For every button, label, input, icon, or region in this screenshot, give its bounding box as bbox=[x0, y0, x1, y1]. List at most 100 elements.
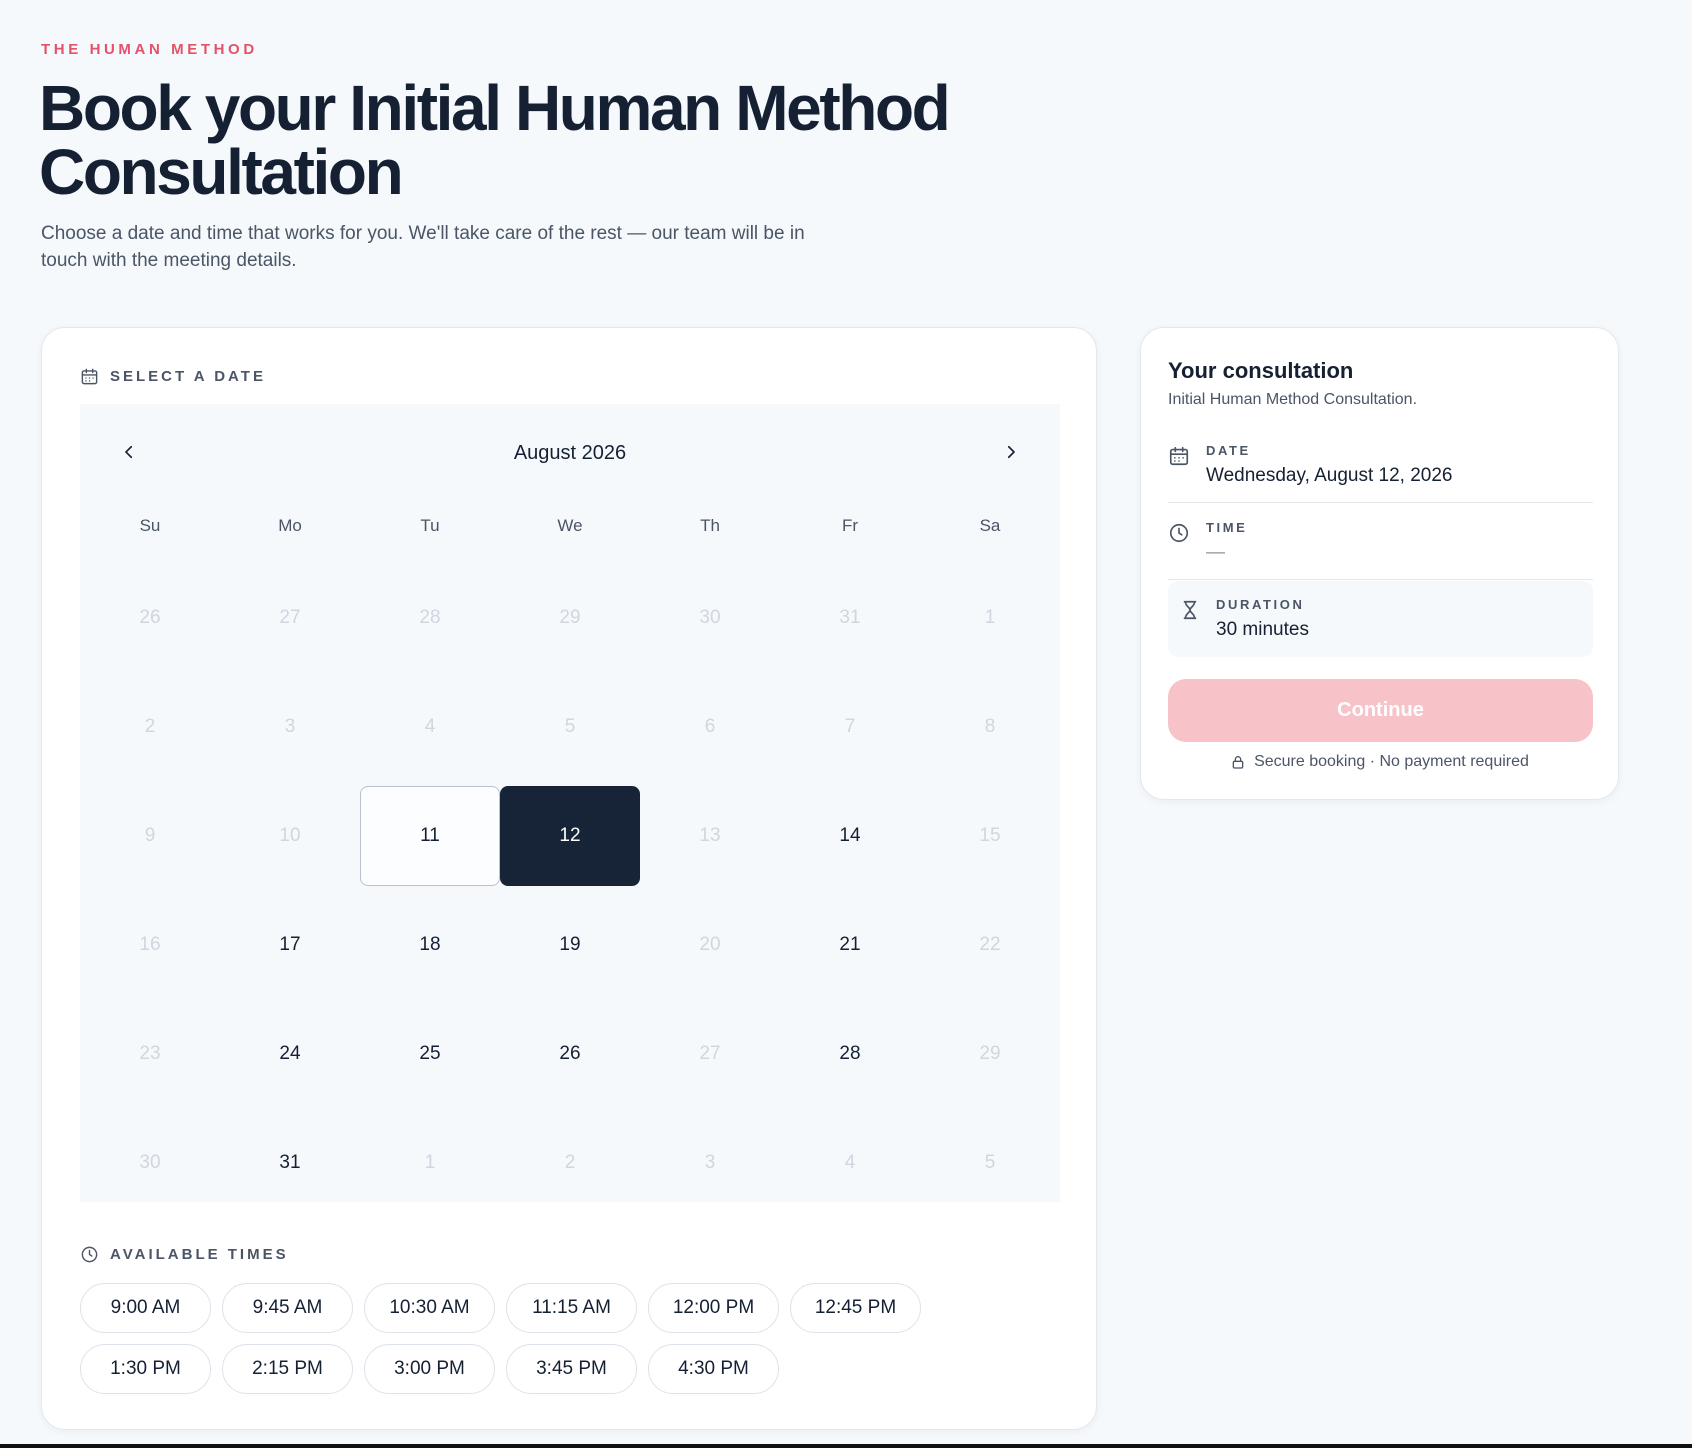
weekday-label: Th bbox=[700, 516, 720, 535]
next-month-button[interactable] bbox=[993, 434, 1029, 470]
time-slot-button[interactable]: 2:15 PM bbox=[222, 1344, 353, 1394]
available-times-heading: AVAILABLE TIMES bbox=[80, 1245, 289, 1264]
duration-label: DURATION bbox=[1216, 597, 1305, 612]
booking-card: SELECT A DATE August 2026 Su Mo Tu We Th Fr Sa… bbox=[41, 327, 1097, 1430]
lock-icon bbox=[1232, 756, 1244, 769]
calendar-day: 5 bbox=[564, 716, 576, 737]
calendar-day[interactable]: 31 bbox=[220, 1113, 360, 1213]
calendar-day: 5 bbox=[984, 1152, 996, 1173]
calendar-icon bbox=[1169, 446, 1189, 466]
duration-value: 30 minutes bbox=[1216, 619, 1309, 640]
page-title: Book your Initial Human Method Consultat… bbox=[39, 72, 951, 208]
calendar-day: 4 bbox=[424, 716, 436, 737]
calendar-icon bbox=[81, 368, 98, 385]
weekday-label: Su bbox=[139, 516, 161, 535]
calendar-day: 4 bbox=[844, 1152, 856, 1173]
calendar-day: 1 bbox=[424, 1152, 436, 1173]
time-slot-button[interactable]: 3:45 PM bbox=[506, 1344, 637, 1394]
time-slots: 9:00 AM 9:45 AM 10:30 AM 11:15 AM 12:00 PM 12… bbox=[80, 1283, 1060, 1394]
weekday-header: Su Mo Tu We Th Fr Sa bbox=[80, 516, 1060, 536]
calendar-day: 30 bbox=[139, 1152, 161, 1173]
calendar-day: 16 bbox=[139, 934, 161, 955]
time-slot-button[interactable]: 10:30 AM bbox=[364, 1283, 495, 1333]
calendar-day: 1 bbox=[984, 607, 996, 628]
calendar-day: 30 bbox=[699, 607, 721, 628]
summary-card: Your consultation Initial Human Method C… bbox=[1140, 327, 1619, 800]
calendar-day-selected[interactable]: 12 bbox=[500, 786, 640, 886]
calendar-day: 27 bbox=[279, 607, 301, 628]
calendar-week: 9 10 11 12 13 14 15 bbox=[80, 786, 1060, 895]
calendar-day: 3 bbox=[704, 1152, 716, 1173]
time-label: TIME bbox=[1206, 520, 1248, 535]
time-slot-button[interactable]: 9:45 AM bbox=[222, 1283, 353, 1333]
weekday-label: Sa bbox=[979, 516, 1001, 535]
summary-title: Your consultation bbox=[1168, 358, 1354, 383]
calendar-day: 9 bbox=[144, 825, 156, 846]
weekday-label: We bbox=[557, 516, 583, 535]
calendar-day[interactable]: 21 bbox=[780, 895, 920, 995]
available-times-label: AVAILABLE TIMES bbox=[110, 1246, 289, 1263]
hourglass-icon bbox=[1183, 600, 1197, 620]
summary-subtitle: Initial Human Method Consultation. bbox=[1168, 391, 1418, 408]
summary-time-row: TIME — bbox=[1168, 504, 1593, 580]
calendar-day[interactable]: 24 bbox=[220, 1004, 360, 1104]
date-value: Wednesday, August 12, 2026 bbox=[1206, 465, 1453, 486]
eyebrow-label: THE HUMAN METHOD bbox=[41, 41, 258, 58]
time-slot-button[interactable]: 4:30 PM bbox=[648, 1344, 779, 1394]
calendar-day: 29 bbox=[559, 607, 581, 628]
calendar-day: 26 bbox=[139, 607, 161, 628]
summary-date-row: DATE Wednesday, August 12, 2026 bbox=[1168, 427, 1593, 503]
select-date-heading: SELECT A DATE bbox=[80, 367, 266, 386]
time-slot-button[interactable]: 3:00 PM bbox=[364, 1344, 495, 1394]
time-slot-button[interactable]: 9:00 AM bbox=[80, 1283, 211, 1333]
time-slot-button[interactable]: 11:15 AM bbox=[506, 1283, 637, 1333]
calendar-day: 23 bbox=[139, 1043, 161, 1064]
calendar-day: 10 bbox=[279, 825, 301, 846]
calendar-day[interactable]: 25 bbox=[360, 1004, 500, 1104]
summary-duration-row: DURATION 30 minutes bbox=[1168, 581, 1593, 657]
secure-text: Secure booking · No payment required bbox=[1254, 753, 1529, 770]
time-slot-button[interactable]: 12:45 PM bbox=[790, 1283, 921, 1333]
calendar-day: 13 bbox=[699, 825, 721, 846]
clock-icon bbox=[81, 1246, 98, 1263]
window-bottom-edge bbox=[0, 1444, 1692, 1448]
calendar-week: 2 3 4 5 6 7 8 bbox=[80, 677, 1060, 786]
weekday-label: Mo bbox=[278, 516, 302, 535]
calendar-day-today[interactable]: 11 bbox=[360, 786, 500, 886]
calendar-day: 3 bbox=[284, 716, 296, 737]
calendar-day[interactable]: 28 bbox=[780, 1004, 920, 1104]
calendar-day: 28 bbox=[419, 607, 441, 628]
month-label: August 2026 bbox=[513, 442, 627, 464]
date-label: DATE bbox=[1206, 443, 1251, 458]
calendar-day: 31 bbox=[839, 607, 861, 628]
calendar-day[interactable]: 18 bbox=[360, 895, 500, 995]
day-grid: 26 27 28 29 30 31 1 2 3 4 5 6 7 8 9 10 11 12 13 14 15 16 17 18 1… bbox=[80, 568, 1060, 1222]
calendar-day: 29 bbox=[979, 1043, 1001, 1064]
secure-note: Secure booking · No payment required bbox=[1141, 753, 1618, 771]
time-value: — bbox=[1206, 542, 1225, 563]
page-subtitle: Choose a date and time that works for yo… bbox=[41, 223, 805, 271]
weekday-label: Fr bbox=[841, 516, 859, 535]
calendar-day[interactable]: 26 bbox=[500, 1004, 640, 1104]
calendar-day: 6 bbox=[704, 716, 716, 737]
calendar-week: 23 24 25 26 27 28 29 bbox=[80, 1004, 1060, 1113]
calendar-day[interactable]: 14 bbox=[780, 786, 920, 886]
calendar-day[interactable]: 17 bbox=[220, 895, 360, 995]
calendar-day[interactable]: 19 bbox=[500, 895, 640, 995]
calendar-day: 27 bbox=[699, 1043, 721, 1064]
calendar-week: 26 27 28 29 30 31 1 bbox=[80, 568, 1060, 677]
time-slot-button[interactable]: 1:30 PM bbox=[80, 1344, 211, 1394]
chevron-right-icon bbox=[1007, 445, 1015, 459]
time-slot-button[interactable]: 12:00 PM bbox=[648, 1283, 779, 1333]
calendar-day: 20 bbox=[699, 934, 721, 955]
calendar: August 2026 Su Mo Tu We Th Fr Sa 26 27 28 29 30 31 1… bbox=[80, 404, 1060, 1202]
calendar-week: 16 17 18 19 20 21 22 bbox=[80, 895, 1060, 1004]
calendar-week: 30 31 1 2 3 4 5 bbox=[80, 1113, 1060, 1222]
clock-icon bbox=[1169, 523, 1189, 543]
calendar-day: 7 bbox=[844, 716, 856, 737]
calendar-day: 2 bbox=[144, 716, 156, 737]
weekday-label: Tu bbox=[420, 516, 440, 535]
continue-button[interactable]: Continue bbox=[1168, 679, 1593, 742]
select-date-label: SELECT A DATE bbox=[110, 368, 266, 385]
calendar-day: 22 bbox=[979, 934, 1001, 955]
